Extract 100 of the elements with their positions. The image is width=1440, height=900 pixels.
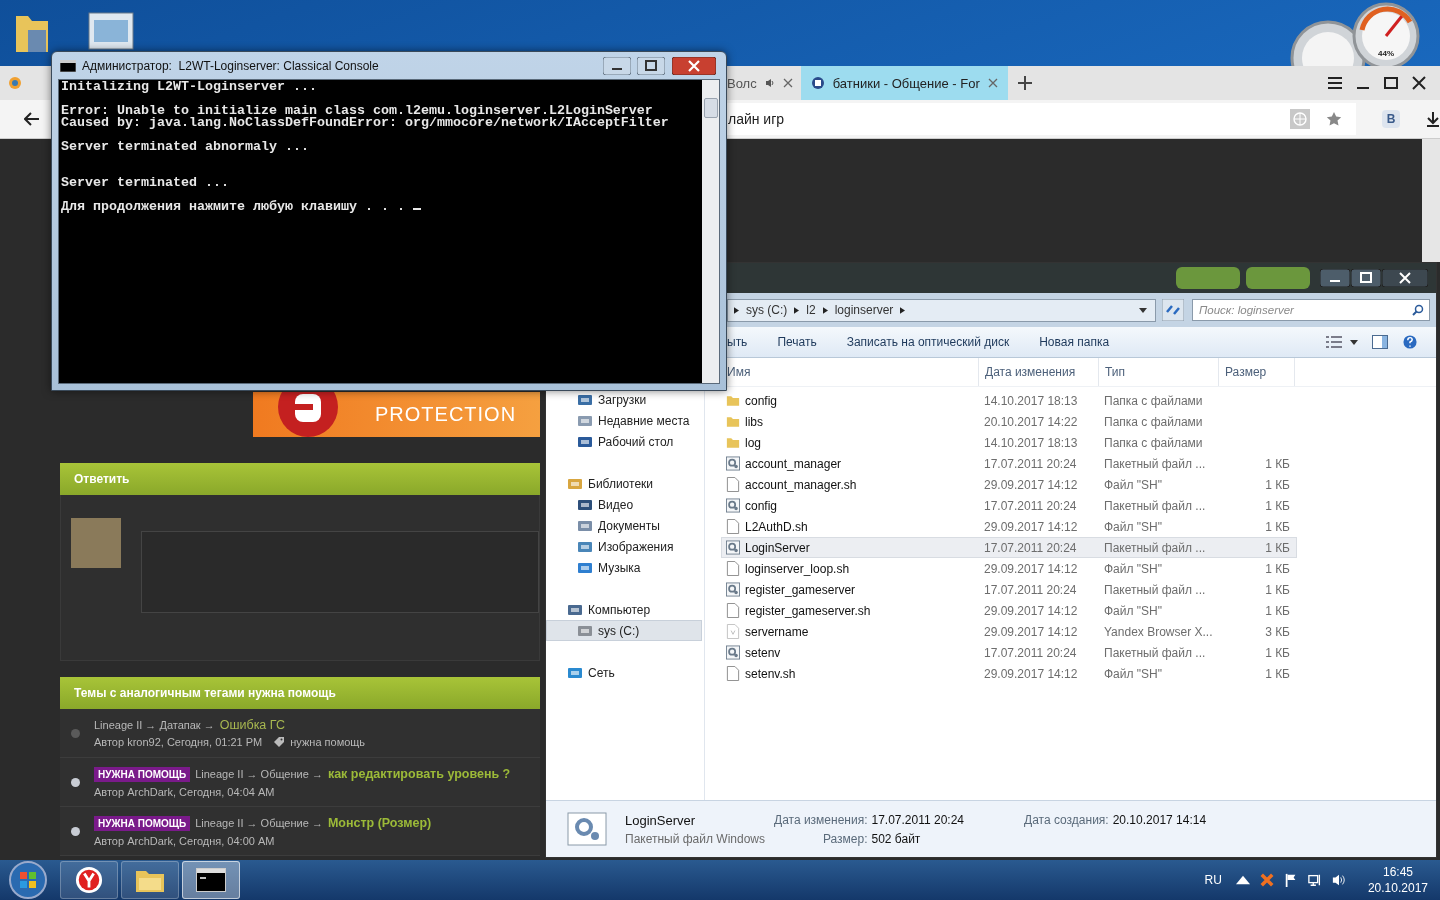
maximize-icon[interactable] [637,56,665,75]
maximize-icon[interactable] [1351,269,1381,287]
browser-tab[interactable]: Волс [726,66,801,100]
dropdown-caret-icon[interactable] [1350,339,1358,345]
chevron-icon[interactable] [734,306,739,314]
file-size: 1 КБ [1264,498,1290,513]
blank-file-icon [726,519,740,534]
close-icon[interactable] [1412,76,1426,90]
nav-item[interactable]: Компьютер [546,599,702,620]
menu-icon[interactable] [1328,76,1342,90]
nav-item[interactable]: Изображения [546,536,702,557]
nav-item[interactable]: Библиотеки [546,473,702,494]
preview-pane-icon[interactable] [1372,335,1388,349]
file-row[interactable]: log 14.10.2017 18:13 Папка с файлами [721,432,1297,453]
file-date: 29.09.2017 14:12 [984,624,1079,639]
target-icon[interactable] [8,76,22,90]
detail-label: Размер: [821,831,868,846]
nav-item[interactable]: Сеть [546,662,702,683]
toolbar-button[interactable]: Печать [762,335,832,349]
breadcrumb-item[interactable]: sys (C:) [746,303,788,317]
topic-link[interactable]: как редактировать уровень ? [327,767,511,781]
breadcrumb-item[interactable]: l2 [806,303,816,317]
nav-item[interactable]: Загрузки [546,389,702,410]
clock[interactable]: 16:45 20.10.2017 [1367,864,1428,896]
toolbar-button[interactable]: Новая папка [1024,335,1125,349]
chevron-icon[interactable] [822,306,828,314]
back-arrow-icon[interactable] [24,112,40,126]
taskbar-button[interactable] [182,861,240,899]
file-row[interactable]: servername 29.09.2017 14:12 Yandex Browser X... 3 КБ [721,621,1297,642]
chevron-icon[interactable] [794,306,800,314]
tag-link[interactable]: нужна помощь [290,736,366,748]
site-icon [810,76,825,90]
column-header[interactable]: Тип [1099,358,1219,386]
file-type: Папка с файлами [1104,435,1204,450]
breadcrumb-item[interactable]: loginserver [834,303,894,317]
minimize-icon[interactable] [1320,269,1350,287]
window-icon[interactable] [88,12,134,50]
file-row[interactable]: config 17.07.2011 20:24 Пакетный файл ... 1 КБ [721,495,1297,516]
dropdown-caret-icon[interactable] [1139,307,1147,313]
file-row[interactable]: account_manager 17.07.2011 20:24 Пакетный файл ... 1 КБ [721,453,1297,474]
topic-row[interactable]: НУЖНА ПОМОЩЬ Lineage II → Общение → как редактировать уровень ? Автор ArchDark, Сегодня, 04:04 AM [60,758,540,807]
close-icon[interactable] [672,56,716,75]
file-row[interactable]: account_manager.sh 29.09.2017 14:12 Файл "SH" 1 КБ [721,474,1297,495]
toolbar-button[interactable]: ыть [727,335,763,349]
file-row[interactable]: libs 20.10.2017 14:22 Папка с файлами [721,411,1297,432]
reply-input-field[interactable] [141,531,539,613]
file-row[interactable]: setenv 17.07.2011 20:24 Пакетный файл ... 1 КБ [721,642,1297,663]
nav-item[interactable]: Недавние места [546,410,702,431]
nav-item[interactable]: Видео [546,494,702,515]
file-row[interactable]: register_gameserver 17.07.2011 20:24 Пакетный файл ... 1 КБ [721,579,1297,600]
topic-link[interactable]: Монстр (Розмер) [327,816,432,830]
scrollbar[interactable] [702,80,719,383]
search-icon[interactable] [1412,304,1424,316]
help-icon[interactable] [1402,335,1418,349]
extension-button[interactable]: B [1382,110,1400,128]
file-row[interactable]: register_gameserver.sh 29.09.2017 14:12 Файл "SH" 1 КБ [721,600,1297,621]
address-bar[interactable]: sys (C:) l2 loginserver [727,298,1156,322]
search-field[interactable]: Поиск: loginserver [1192,299,1430,321]
tag-label[interactable]: НУЖНА ПОМОЩЬ [94,766,191,782]
file-row[interactable]: setenv.sh 29.09.2017 14:12 Файл "SH" 1 КБ [721,663,1297,684]
file-name: LoginServer [745,540,810,555]
taskbar-button[interactable] [121,861,179,899]
view-list-icon[interactable] [1326,335,1342,349]
topic-row[interactable]: Lineage II → Датапак → Ошибка ГС Автор kron92, Сегодня, 01:21 PM нужна помощь [60,709,540,758]
scrollbar[interactable] [1422,139,1440,262]
taskbar-button[interactable] [60,861,118,899]
speaker-icon[interactable] [764,78,775,88]
topic-link[interactable]: Ошибка ГС [219,718,286,732]
file-type: Файл "SH" [1104,666,1164,681]
nav-item[interactable]: sys (C:) [546,620,702,641]
minimize-icon[interactable] [603,56,631,75]
toolbar-button[interactable]: Записать на оптический диск [831,335,1025,349]
language-indicator[interactable]: RU [1204,873,1222,887]
maximize-icon[interactable] [1384,76,1398,90]
browser-tab[interactable]: батники - Общение - For [800,66,1008,100]
scrollbar-thumb[interactable] [704,98,718,118]
file-row[interactable]: L2AuthD.sh 29.09.2017 14:12 Файл "SH" 1 КБ [721,516,1297,537]
tag-label[interactable]: НУЖНА ПОМОЩЬ [94,815,191,831]
chevron-icon[interactable] [900,306,906,314]
nav-item[interactable]: Рабочий стол [546,431,702,452]
topic-row[interactable]: НУЖНА ПОМОЩЬ Lineage II → Общение → Монстр (Розмер) Автор ArchDark, Сегодня, 04:00 AM [60,807,540,856]
caret-up-icon[interactable] [1235,873,1250,887]
column-header[interactable]: Дата изменения [979,358,1099,386]
speaker-icon[interactable] [1331,873,1346,887]
file-row[interactable]: LoginServer 17.07.2011 20:24 Пакетный файл ... 1 КБ [721,537,1297,558]
new-tab-icon[interactable] [1017,76,1032,90]
file-date: 17.07.2011 20:24 [984,540,1078,555]
flag-icon[interactable] [1283,873,1298,887]
file-row[interactable]: loginserver_loop.sh 29.09.2017 14:12 Файл "SH" 1 КБ [721,558,1297,579]
nav-item[interactable]: Музыка [546,557,702,578]
column-header[interactable]: Размер [1219,358,1295,386]
nav-item[interactable]: Документы [546,515,702,536]
window-title: Администратор: L2WT-Loginserver: Classical Console [82,58,379,73]
star-icon[interactable] [1326,111,1343,127]
start-orb-icon[interactable] [8,860,48,900]
close-icon[interactable] [1382,269,1428,287]
file-name: loginserver_loop.sh [745,561,850,576]
gear-file-icon [567,812,607,846]
address-field[interactable]: лайн игр [726,103,1357,135]
file-row[interactable]: config 14.10.2017 18:13 Папка с файлами [721,390,1297,411]
